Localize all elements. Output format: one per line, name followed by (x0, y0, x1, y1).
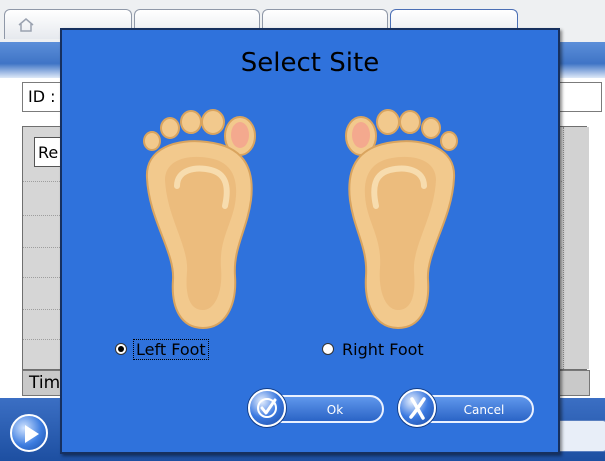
right-foot-image[interactable] (334, 108, 464, 330)
cancel-button[interactable]: Cancel (398, 389, 534, 427)
time-label: Tim (29, 373, 61, 393)
x-glyph (409, 397, 426, 420)
checkmark-icon[interactable] (248, 389, 286, 427)
ok-button[interactable]: Ok (248, 389, 384, 427)
left-foot-image[interactable] (137, 108, 267, 330)
play-icon[interactable] (10, 414, 48, 452)
right-foot-radio[interactable]: Right Foot (322, 338, 426, 360)
home-icon (18, 18, 34, 32)
left-foot-radio[interactable]: Left Foot (115, 338, 209, 360)
id-label: ID : (28, 87, 56, 106)
right-foot-label: Right Foot (342, 339, 424, 359)
grid-scroll-column (563, 127, 589, 369)
radio-unselected-icon[interactable] (322, 343, 334, 355)
checkmark-glyph (257, 398, 277, 418)
dialog-title: Select Site (240, 48, 380, 78)
radio-selected-icon[interactable] (115, 343, 127, 355)
left-foot-label: Left Foot (133, 338, 209, 360)
select-site-dialog: Select Site Left Foot Right Foot Ok Canc… (60, 28, 560, 454)
x-icon[interactable] (398, 389, 436, 427)
grid-select-text: Re (38, 143, 59, 162)
